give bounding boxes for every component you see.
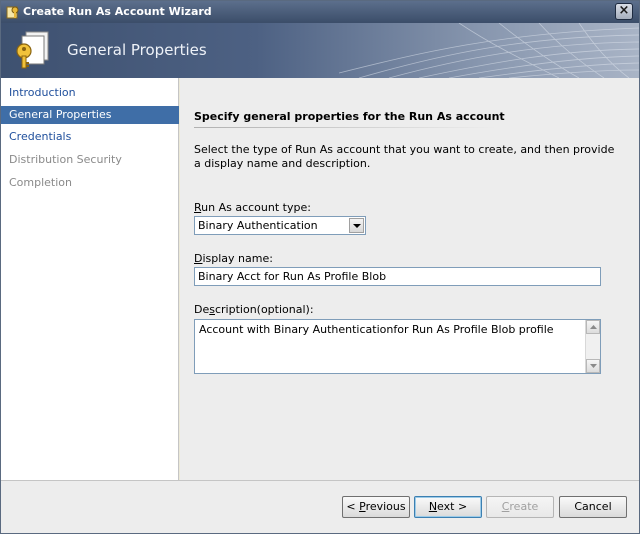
close-icon: × (618, 3, 630, 18)
chevron-down-icon (353, 224, 361, 228)
display-name-label-text: isplay name: (202, 252, 273, 265)
next-button[interactable]: Next > (414, 496, 482, 518)
description-label-start: De (194, 303, 210, 316)
dropdown-arrow-button[interactable] (349, 218, 364, 233)
create-button: Create (486, 496, 554, 518)
close-button[interactable]: × (615, 3, 633, 20)
account-type-selected: Binary Authentication (198, 219, 318, 232)
instructions-text: Select the type of Run As account that y… (194, 143, 615, 170)
chevron-down-icon (590, 364, 597, 368)
description-label-text: cription(optional): (214, 303, 314, 316)
create-label: reate (509, 500, 539, 513)
wizard-window: Create Run As Account Wizard × General P… (0, 0, 640, 534)
chevron-up-icon (590, 325, 597, 329)
wizard-app-icon (6, 6, 19, 19)
previous-label: revious (365, 500, 406, 513)
main-panel: Specify general properties for the Run A… (180, 78, 639, 480)
description-label: Description(optional): (194, 303, 314, 316)
description-scrollbar[interactable] (585, 320, 600, 373)
description-textarea[interactable]: Account with Binary Authenticationfor Ru… (194, 319, 601, 374)
description-value: Account with Binary Authenticationfor Ru… (199, 323, 554, 336)
previous-button[interactable]: < Previous (342, 496, 410, 518)
previous-arrow: < (346, 500, 360, 513)
wizard-button-bar: < Previous Next > Create Cancel (1, 480, 639, 533)
scroll-up-button[interactable] (586, 320, 600, 334)
account-type-label: Run As account type: (194, 201, 311, 214)
wizard-step-nav: Introduction General Properties Credenti… (1, 78, 179, 480)
window-title: Create Run As Account Wizard (23, 5, 212, 18)
next-mnemonic: N (428, 500, 438, 513)
scroll-down-button[interactable] (586, 359, 600, 373)
display-name-label: Display name: (194, 252, 273, 265)
cancel-button[interactable]: Cancel (559, 496, 627, 518)
wizard-header-banner: General Properties (1, 23, 639, 78)
page-title: General Properties (67, 41, 207, 59)
document-key-icon (16, 31, 49, 69)
nav-item-credentials[interactable]: Credentials (1, 128, 179, 146)
title-bar[interactable]: Create Run As Account Wizard × (1, 1, 639, 23)
nav-item-completion: Completion (9, 176, 73, 189)
banner-wave-graphic (339, 23, 639, 78)
account-type-label-text: un As account type: (201, 201, 311, 214)
section-heading: Specify general properties for the Run A… (194, 110, 505, 123)
nav-item-introduction[interactable]: Introduction (1, 84, 179, 102)
next-label: ext > (437, 500, 468, 513)
account-type-dropdown[interactable]: Binary Authentication (194, 216, 366, 235)
nav-item-distribution-security: Distribution Security (9, 153, 122, 166)
nav-item-general-properties[interactable]: General Properties (1, 106, 179, 124)
heading-divider (194, 127, 496, 128)
display-name-field[interactable]: Binary Acct for Run As Profile Blob (194, 267, 601, 286)
